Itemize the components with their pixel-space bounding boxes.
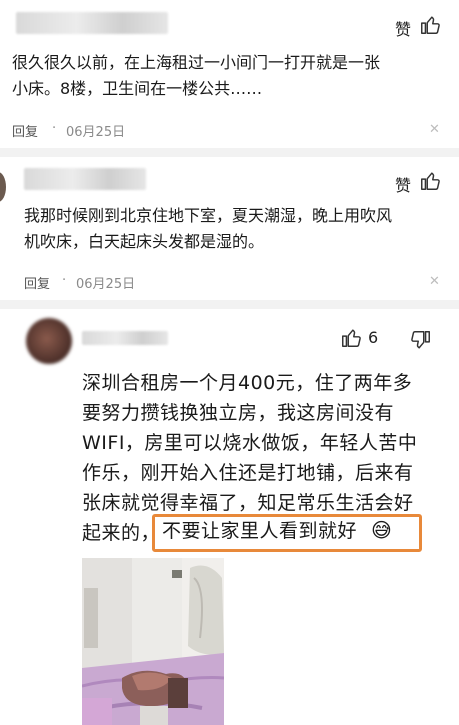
emoji: 😅 — [371, 518, 392, 542]
reply-button[interactable]: 回复 — [12, 121, 38, 140]
dot-separator: · — [52, 121, 57, 136]
dot-separator: · — [62, 273, 67, 288]
close-icon[interactable]: ✕ — [429, 274, 440, 289]
thumb-up-icon[interactable] — [419, 170, 441, 192]
post-text-end: 起来的， — [82, 522, 161, 544]
comment-text: 我那时候刚到北京住地下室，夏天潮湿，晚上用吹风 机吹床，白天起床头发都是湿的。 — [24, 206, 393, 251]
thumb-up-icon[interactable] — [340, 327, 362, 349]
room-photo[interactable] — [82, 558, 224, 725]
thumb-up-icon[interactable] — [419, 14, 441, 36]
thumb-down-icon[interactable] — [410, 329, 432, 351]
blurred-username — [16, 12, 168, 34]
reply-button[interactable]: 回复 — [24, 273, 50, 292]
comment-date: 06月25日 — [66, 125, 126, 140]
like-label[interactable]: 赞 — [395, 172, 411, 196]
blurred-username — [82, 331, 168, 345]
divider — [0, 148, 459, 157]
comment-date: 06月25日 — [76, 277, 136, 292]
divider — [0, 300, 459, 309]
avatar — [0, 172, 6, 202]
close-icon[interactable]: ✕ — [429, 122, 440, 137]
like-label[interactable]: 赞 — [395, 16, 411, 40]
highlight-text: 不要让家里人看到就好 — [162, 520, 358, 542]
blurred-username — [24, 168, 146, 190]
comment-text: 很久很久以前，在上海租过一小间门一打开就是一张 小床。8楼，卫生间在一楼公共…… — [12, 53, 381, 98]
avatar — [26, 318, 72, 364]
like-count: 6 — [368, 328, 379, 347]
